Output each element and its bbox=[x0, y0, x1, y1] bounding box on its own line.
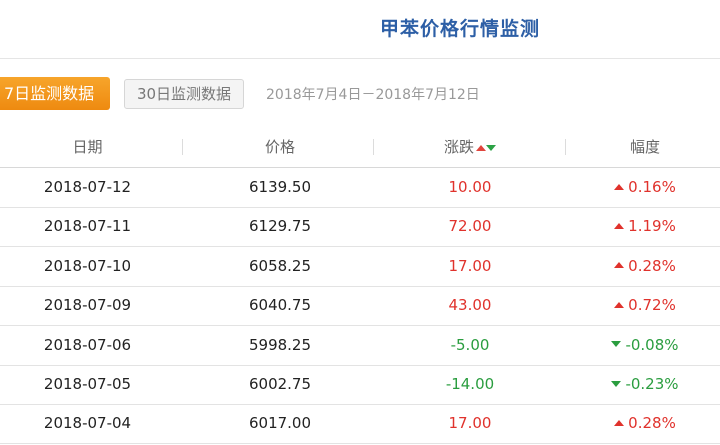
pct-cell: 1.19% bbox=[570, 207, 720, 246]
price-cell: 6040.75 bbox=[248, 296, 312, 315]
table-row: 2018-07-06 5998.25 -5.00 -0.08% bbox=[0, 326, 720, 366]
column-divider bbox=[182, 139, 183, 155]
price-cell: 6139.50 bbox=[248, 178, 312, 196]
triangle-up-icon bbox=[614, 262, 625, 269]
triangle-up-icon bbox=[614, 419, 625, 426]
column-divider bbox=[565, 139, 566, 155]
date-cell: 2018-07-04 bbox=[43, 414, 132, 433]
column-divider bbox=[373, 139, 374, 155]
date-cell: 2018-07-10 bbox=[43, 256, 132, 275]
pct-value: 0.28% bbox=[628, 256, 676, 275]
sort-down-icon bbox=[486, 145, 496, 151]
change-cell: 17.00 bbox=[448, 414, 492, 433]
table-row: 2018-07-10 6058.25 17.00 0.28% bbox=[0, 247, 720, 287]
pct-value: -0.08% bbox=[625, 335, 679, 354]
date-cell: 2018-07-12 bbox=[43, 178, 132, 196]
pct-cell: 0.28% bbox=[570, 247, 720, 286]
table-row: 2018-07-04 6017.00 17.00 0.28% bbox=[0, 404, 720, 445]
table-header: 日期 价格 涨跌 幅度 bbox=[0, 127, 720, 168]
column-header-pct: 幅度 bbox=[570, 127, 720, 167]
pct-value: 1.19% bbox=[628, 217, 676, 236]
pct-value: 0.16% bbox=[628, 178, 676, 196]
price-cell: 5998.25 bbox=[248, 335, 312, 354]
change-cell: -14.00 bbox=[445, 375, 495, 393]
column-label: 幅度 bbox=[629, 138, 660, 156]
table-row: 2018-07-11 6129.75 72.00 1.19% bbox=[0, 207, 720, 248]
30-day-data-button[interactable]: 30日监测数据 bbox=[124, 79, 244, 109]
date-cell: 2018-07-09 bbox=[43, 296, 132, 315]
pct-value: 0.72% bbox=[628, 296, 676, 315]
table-row: 2018-07-09 6040.75 43.00 0.72% bbox=[0, 286, 720, 327]
price-cell: 6058.25 bbox=[248, 256, 312, 275]
column-label: 涨跌 bbox=[443, 138, 474, 156]
change-cell: 17.00 bbox=[448, 256, 492, 275]
date-range-label: 2018年7月4日－2018年7月12日 bbox=[266, 87, 480, 103]
date-cell: 2018-07-06 bbox=[43, 335, 132, 354]
table-row: 2018-07-05 6002.75 -14.00 -0.23% bbox=[0, 365, 720, 405]
table-row: 2018-07-12 6139.50 10.00 0.16% bbox=[0, 168, 720, 208]
column-header-change[interactable]: 涨跌 bbox=[380, 127, 560, 167]
price-cell: 6129.75 bbox=[248, 217, 312, 236]
triangle-down-icon bbox=[611, 380, 622, 387]
change-cell: 43.00 bbox=[448, 296, 492, 315]
change-cell: 72.00 bbox=[448, 217, 492, 236]
price-cell: 6017.00 bbox=[248, 414, 312, 433]
triangle-up-icon bbox=[614, 183, 625, 190]
column-label: 价格 bbox=[264, 138, 295, 156]
pct-cell: 0.16% bbox=[570, 168, 720, 207]
date-cell: 2018-07-05 bbox=[43, 375, 132, 393]
pct-cell: 0.28% bbox=[570, 404, 720, 443]
pct-cell: -0.23% bbox=[570, 365, 720, 404]
triangle-up-icon bbox=[614, 301, 625, 308]
page-title: 甲苯价格行情监测 bbox=[380, 18, 541, 40]
sort-up-icon bbox=[476, 145, 486, 151]
column-header-price: 价格 bbox=[190, 127, 370, 167]
toolbar: 7日监测数据 30日监测数据 2018年7月4日－2018年7月12日 bbox=[0, 76, 720, 114]
sort-icon[interactable] bbox=[476, 128, 496, 168]
triangle-up-icon bbox=[614, 222, 625, 229]
change-cell: 10.00 bbox=[448, 178, 492, 196]
pct-cell: -0.08% bbox=[570, 326, 720, 365]
triangle-down-icon bbox=[611, 341, 622, 348]
pct-cell: 0.72% bbox=[570, 286, 720, 325]
pct-value: -0.23% bbox=[625, 375, 679, 393]
date-cell: 2018-07-11 bbox=[43, 217, 132, 236]
change-cell: -5.00 bbox=[450, 335, 490, 354]
page-header: 甲苯价格行情监测 bbox=[0, 0, 720, 59]
column-label: 日期 bbox=[72, 138, 103, 156]
7-day-data-button[interactable]: 7日监测数据 bbox=[0, 77, 110, 110]
price-cell: 6002.75 bbox=[248, 375, 312, 393]
pct-value: 0.28% bbox=[628, 414, 676, 433]
column-header-date: 日期 bbox=[0, 127, 175, 167]
